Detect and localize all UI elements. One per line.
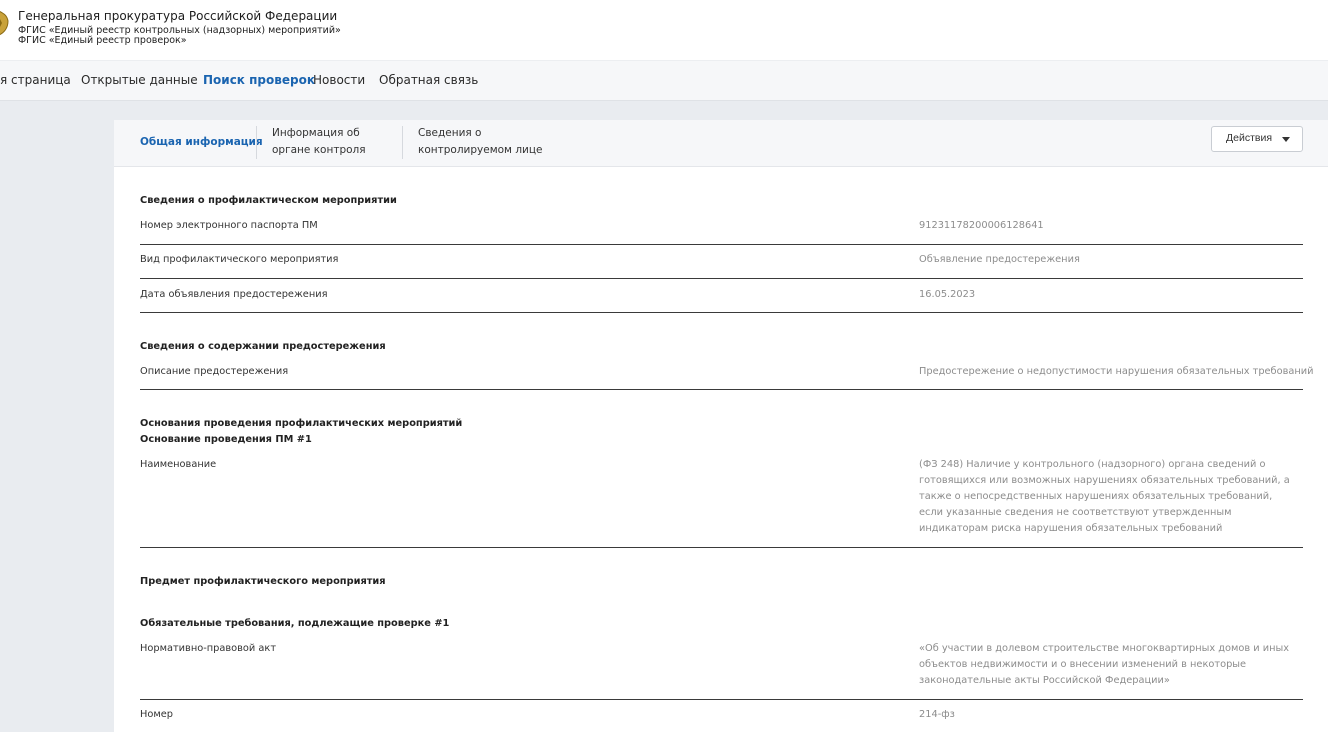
field-value: Предостережение о недопустимости нарушен… (919, 366, 1314, 377)
field-label: Номер (140, 709, 173, 720)
caret-down-icon (1282, 137, 1290, 142)
row-divider (140, 389, 1303, 390)
details-card: Общая информация Информация об органе ко… (114, 120, 1328, 732)
tab-control-body-info[interactable]: Информация об органе контроля (272, 125, 366, 159)
actions-label: Действия (1226, 132, 1273, 144)
field-label: Дата объявления предостережения (140, 289, 328, 300)
tab-label-line2: органе контроля (272, 144, 366, 156)
row-divider (140, 547, 1303, 548)
field-value: Объявление предостережения (919, 254, 1080, 265)
field-label: Наименование (140, 459, 217, 470)
nav-feedback-link[interactable]: Обратная связь (379, 73, 478, 87)
coat-of-arms-icon (0, 10, 9, 36)
nav-open-data-link[interactable]: Открытые данные (81, 73, 198, 87)
field-value: 91231178200006128641 (919, 220, 1044, 231)
main-nav: я страница Открытые данные Поиск проверо… (0, 60, 1328, 101)
row-divider (140, 699, 1303, 700)
site-header: Генеральная прокуратура Российской Федер… (0, 0, 1328, 60)
tab-divider (402, 126, 403, 159)
row-divider (140, 278, 1303, 279)
field-label: Нормативно-правовой акт (140, 643, 277, 654)
row-divider (140, 244, 1303, 245)
org-title: Генеральная прокуратура Российской Федер… (18, 9, 338, 23)
section-title-mandatory-requirements: Обязательные требования, подлежащие пров… (140, 618, 450, 629)
tab-label-line1: Сведения о (418, 127, 482, 139)
field-label: Описание предостережения (140, 366, 289, 377)
nav-search-inspections-link[interactable]: Поиск проверок (203, 73, 315, 87)
nav-news-link[interactable]: Новости (313, 73, 365, 87)
tab-label-line1: Информация об (272, 127, 360, 139)
nav-home-link[interactable]: я страница (0, 73, 71, 87)
tab-controlled-person-info[interactable]: Сведения о контролируемом лице (418, 125, 542, 159)
field-value: (ФЗ 248) Наличие у контрольного (надзорн… (919, 459, 1290, 534)
tab-divider (256, 126, 257, 159)
section-title-warning-content: Сведения о содержании предостережения (140, 341, 386, 352)
org-subtitle-2: ФГИС «Единый реестр проверок» (18, 35, 187, 46)
tab-bar: Общая информация Информация об органе ко… (114, 120, 1328, 167)
field-label: Номер электронного паспорта ПМ (140, 220, 318, 231)
actions-dropdown-button[interactable]: Действия (1211, 126, 1303, 152)
section-subtitle-ground-1: Основание проведения ПМ #1 (140, 434, 312, 445)
section-title-prevention-event: Сведения о профилактическом мероприятии (140, 195, 397, 206)
tab-label: Общая информация (140, 136, 263, 148)
field-label: Вид профилактического мероприятия (140, 254, 339, 265)
field-value: 214-фз (919, 709, 955, 720)
page-background (0, 101, 114, 732)
tab-label-line2: контролируемом лице (418, 144, 543, 156)
section-title-grounds: Основания проведения профилактических ме… (140, 418, 463, 429)
page-background-top (114, 101, 1328, 120)
row-divider (140, 312, 1303, 313)
tab-general-info[interactable]: Общая информация (140, 134, 263, 151)
field-value: 16.05.2023 (919, 289, 976, 300)
section-title-subject: Предмет профилактического мероприятия (140, 576, 386, 587)
field-value: «Об участии в долевом строительстве мног… (919, 643, 1290, 686)
